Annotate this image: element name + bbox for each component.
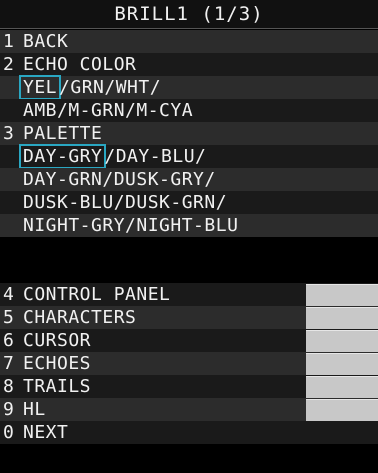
palette-options-rest[interactable]: /DAY-BLU/: [104, 146, 206, 167]
control-panel-brightness-bar[interactable]: [306, 284, 378, 307]
hl-brightness-bar[interactable]: [306, 399, 378, 422]
palette-options[interactable]: NIGHT-GRY/NIGHT-BLU: [23, 215, 238, 236]
menu-title-text: BRILL1 (1/3): [114, 3, 264, 25]
echoes-brightness-bar[interactable]: [306, 353, 378, 376]
palette-options[interactable]: DUSK-BLU/DUSK-GRN/: [23, 192, 227, 213]
palette-options-line-4: NIGHT-GRY/NIGHT-BLU: [0, 214, 378, 237]
menu-item-label: CHARACTERS: [23, 307, 137, 328]
characters-brightness-bar[interactable]: [306, 307, 378, 330]
menu-item-number: 3: [3, 123, 15, 144]
menu-item-number: 2: [3, 54, 15, 75]
menu-item-next[interactable]: 0 NEXT: [0, 421, 378, 444]
menu-item-number: 8: [3, 376, 15, 397]
menu-item-number: 0: [3, 422, 15, 443]
menu-item-back[interactable]: 1 BACK: [0, 30, 378, 53]
menu-item-label: PALETTE: [23, 123, 103, 144]
palette-option-selected[interactable]: DAY-GRY: [18, 144, 107, 169]
brill-menu-panel: BRILL1 (1/3) 1 BACK 2 ECHO COLOR YEL /GR…: [0, 0, 378, 473]
menu-item-label: CONTROL PANEL: [23, 284, 171, 305]
menu-item-label: CURSOR: [23, 330, 92, 351]
echo-color-options-rest[interactable]: /GRN/WHT/: [59, 77, 161, 98]
menu-title: BRILL1 (1/3): [0, 0, 378, 29]
menu-item-number: 6: [3, 330, 15, 351]
menu-item-number: 1: [3, 31, 15, 52]
trails-brightness-bar[interactable]: [306, 376, 378, 399]
menu-item-label: ECHO COLOR: [23, 54, 137, 75]
echo-color-options[interactable]: AMB/M-GRN/M-CYA: [23, 100, 193, 121]
palette-options-line-3: DUSK-BLU/DUSK-GRN/: [0, 191, 378, 214]
palette-options-line-1: DAY-GRY /DAY-BLU/: [0, 144, 378, 169]
echo-color-options-line-1: YEL /GRN/WHT/: [0, 75, 378, 100]
menu-item-label: HL: [23, 399, 46, 420]
menu-item-number: 9: [3, 399, 15, 420]
menu-item-number: 5: [3, 307, 15, 328]
cursor-brightness-bar[interactable]: [306, 330, 378, 353]
menu-item-label: NEXT: [23, 422, 69, 443]
palette-options-line-2: DAY-GRN/DUSK-GRY/: [0, 168, 378, 191]
menu-item-label: BACK: [23, 31, 69, 52]
menu-item-number: 7: [3, 353, 15, 374]
palette-options[interactable]: DAY-GRN/DUSK-GRY/: [23, 169, 216, 190]
menu-item-label: TRAILS: [23, 376, 92, 397]
menu-item-palette[interactable]: 3 PALETTE: [0, 122, 378, 145]
echo-color-option-selected[interactable]: YEL: [18, 75, 62, 100]
menu-item-number: 4: [3, 284, 15, 305]
menu-item-echo-color[interactable]: 2 ECHO COLOR: [0, 53, 378, 76]
echo-color-options-line-2: AMB/M-GRN/M-CYA: [0, 99, 378, 122]
menu-item-label: ECHOES: [23, 353, 92, 374]
